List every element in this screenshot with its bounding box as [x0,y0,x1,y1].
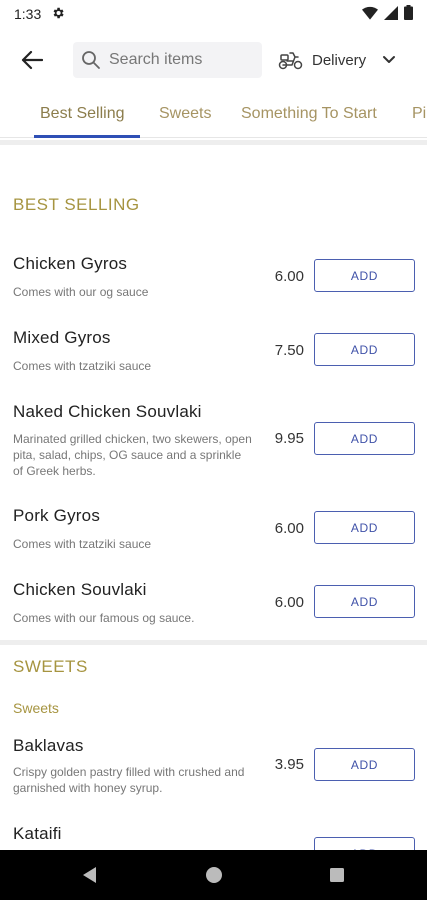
item-name: Chicken Gyros [13,254,128,273]
triangle-back-icon [83,867,96,883]
section-divider [0,640,427,645]
item-description: Crispy golden pastry filled with crushed… [13,765,245,795]
active-tab-indicator [34,135,140,138]
status-time: 1:33 [14,6,42,22]
item-price: 6.00 [274,594,304,611]
add-button[interactable]: ADD [314,333,415,366]
arrow-back-icon [21,50,43,70]
item-price: 7.50 [274,342,304,359]
tab-something-to-start[interactable]: Something To Start [241,94,377,137]
item-name: Kataifi [13,824,62,843]
search-input[interactable] [109,51,249,69]
nav-home-button[interactable] [201,862,227,888]
category-tabs: Best Selling Sweets Something To Start P… [0,94,427,138]
item-name: Mixed Gyros [13,328,111,347]
battery-icon [404,5,413,23]
tab-sweets[interactable]: Sweets [159,94,211,137]
nav-back-button[interactable] [77,862,103,888]
add-button[interactable]: ADD [314,511,415,544]
cell-signal-icon [384,5,398,23]
item-name: Chicken Souvlaki [13,580,147,599]
delivery-selector[interactable]: Delivery [278,42,396,78]
chevron-down-icon [383,56,396,63]
item-description: Comes with tzatziki sauce [13,359,152,373]
item-name: Naked Chicken Souvlaki [13,402,202,421]
search-box[interactable] [73,42,262,78]
item-description: Marinated grilled chicken, two skewers, … [13,432,252,478]
system-navigation-bar [0,850,427,900]
back-button[interactable] [14,44,50,76]
add-button[interactable]: ADD [314,259,415,292]
tab-best-selling[interactable]: Best Selling [40,94,125,137]
wifi-icon [362,6,378,23]
nav-recents-button[interactable] [324,862,350,888]
settings-gear-icon [51,6,65,23]
add-button[interactable]: ADD [314,837,415,850]
section-divider [0,140,427,145]
item-description: Comes with tzatziki sauce [13,537,152,551]
item-description: Comes with our og sauce [13,285,149,299]
item-name: Pork Gyros [13,506,101,525]
subsection-title-sweets: Sweets [13,700,59,716]
item-price: 9.95 [274,430,304,447]
item-price: 3.95 [274,756,304,773]
circle-home-icon [206,867,222,883]
item-price: 6.00 [274,520,304,537]
add-button[interactable]: ADD [314,585,415,618]
scooter-icon [278,52,303,70]
item-name: Baklavas [13,736,84,755]
status-bar: 1:33 [0,0,427,28]
add-button[interactable]: ADD [314,748,415,781]
tab-partial[interactable]: Pi [412,94,426,137]
square-recents-icon [330,868,344,882]
menu-content: BEST SELLING Chicken Gyros Comes with ou… [0,140,427,850]
search-icon [82,51,100,69]
delivery-label: Delivery [312,51,367,69]
section-title-best-selling: BEST SELLING [13,195,140,214]
add-button[interactable]: ADD [314,422,415,455]
top-bar: Delivery [0,38,427,82]
item-price: 6.00 [274,268,304,285]
section-title-sweets: SWEETS [13,657,88,676]
item-description: Comes with our famous og sauce. [13,611,195,625]
